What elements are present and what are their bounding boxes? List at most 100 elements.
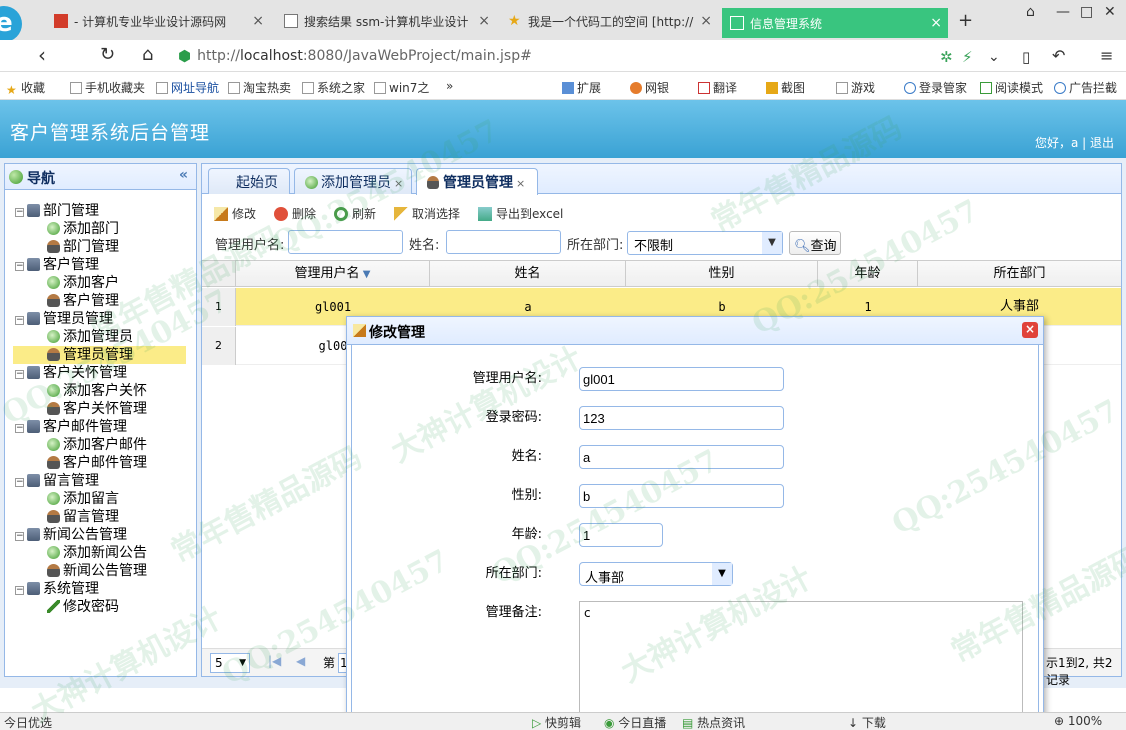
username-field[interactable]: gl001 [579,367,784,391]
reading-mode-button[interactable]: 阅读模式 [980,79,1043,96]
tab-close-icon[interactable]: × [516,177,525,190]
zoom-level[interactable]: ⊕ 100% [1054,714,1102,728]
collapse-icon[interactable]: − [15,532,24,541]
cancel-selection-button[interactable]: 取消选择 [394,205,460,222]
tab-add-admin[interactable]: 添加管理员 × [294,168,412,194]
dept-select[interactable]: 人事部 ▼ [579,562,733,586]
nav-item[interactable]: 修改密码 [47,598,119,616]
close-window-button[interactable]: ✕ [1104,4,1116,20]
menu-icon[interactable]: ≡ [1100,45,1113,67]
grid-header-name[interactable]: 姓名 [430,261,626,287]
collapse-icon[interactable]: − [15,478,24,487]
address-bar[interactable]: ⬢ http://localhost:8080/JavaWebProject/m… [178,43,948,69]
maximize-button[interactable]: □ [1080,4,1093,20]
nav-group[interactable]: − 部门管理 [15,202,99,220]
bolt-icon[interactable]: ⚡ [962,46,973,68]
search-button[interactable]: 🔍︎查询 [789,231,841,255]
password-field[interactable]: 123 [579,406,784,430]
nav-item[interactable]: 添加客户邮件 [47,436,147,454]
name-field[interactable]: a [579,445,784,469]
nav-group[interactable]: − 管理员管理 [15,310,113,328]
nav-item[interactable]: 留言管理 [47,508,119,526]
tab-admin-manage[interactable]: 管理员管理 × [416,168,538,195]
grid-header-username[interactable]: 管理用户名 ▼ [236,261,430,287]
nav-item[interactable]: 客户管理 [47,292,119,310]
nav-group[interactable]: − 新闻公告管理 [15,526,127,544]
nav-group[interactable]: − 客户邮件管理 [15,418,127,436]
collapse-icon[interactable]: − [15,586,24,595]
bookmark-item[interactable]: 手机收藏夹 [70,79,145,96]
bookmark-overflow[interactable]: » [446,79,453,93]
browser-tab-3[interactable]: ★ 我是一个代码工的空间 [http:// × [500,6,718,36]
nav-item[interactable]: 添加客户关怀 [47,382,147,400]
nav-item[interactable]: 添加新闻公告 [47,544,147,562]
status-left[interactable]: 今日优选 [4,714,52,730]
extensions-button[interactable]: 扩展 [562,79,601,96]
ad-block-button[interactable]: 广告拦截 [1054,79,1117,96]
age-field[interactable]: 1 [579,523,663,547]
grid-header-gender[interactable]: 性别 [626,261,818,287]
sync-icon[interactable]: ✲ [940,46,953,68]
dialog-close-button[interactable]: × [1022,322,1038,338]
nav-group[interactable]: − 留言管理 [15,472,99,490]
nav-item[interactable]: 添加部门 [47,220,119,238]
delete-button[interactable]: 删除 [274,205,316,222]
collapse-icon[interactable]: − [15,424,24,433]
collapse-icon[interactable]: − [15,370,24,379]
nav-item[interactable]: 部门管理 [47,238,119,256]
close-icon[interactable]: × [930,15,942,31]
screenshot-button[interactable]: 截图 [766,79,805,96]
export-excel-button[interactable]: 导出到excel [478,205,563,222]
undo-icon[interactable]: ↶ [1052,45,1065,67]
games-button[interactable]: 游戏 [836,79,875,96]
phone-icon[interactable]: ▯ [1022,46,1030,68]
tab-close-icon[interactable]: × [394,177,403,190]
translate-button[interactable]: 翻译 [698,79,737,96]
nav-item[interactable]: 客户关怀管理 [47,400,147,418]
remark-textarea[interactable]: c [579,601,1023,730]
bookmark-item[interactable]: ★ 收藏 [6,79,45,97]
nav-group[interactable]: − 客户管理 [15,256,99,274]
reload-button[interactable]: ↻ [100,44,115,66]
bank-button[interactable]: 网银 [630,79,669,96]
nav-item[interactable]: 添加客户 [47,274,119,292]
page-size-select[interactable]: 5 ▼ [210,653,250,673]
tab-home[interactable]: 起始页 [208,168,290,194]
shirt-icon[interactable]: ⌂ [1026,4,1035,20]
collapse-button[interactable]: « [179,167,188,183]
chevron-down-icon[interactable]: ⌄ [988,46,1000,68]
quick-cut-button[interactable]: ▷ 快剪辑 [532,714,581,730]
browser-tab-active[interactable]: 信息管理系统 × [722,8,948,38]
browser-tab-2[interactable]: 搜索结果 ssm-计算机毕业设计 × [276,6,496,36]
username-search-input[interactable] [288,230,403,254]
logout-link[interactable]: 退出 [1090,136,1114,150]
gender-field[interactable]: b [579,484,784,508]
nav-item[interactable]: 添加管理员 [47,328,133,346]
nav-item[interactable]: 管理员管理 [13,346,186,364]
nav-item[interactable]: 新闻公告管理 [47,562,147,580]
close-icon[interactable]: × [252,13,264,29]
minimize-button[interactable]: — [1056,4,1070,20]
collapse-icon[interactable]: − [15,208,24,217]
bookmark-item[interactable]: 系统之家 [302,79,365,96]
bookmark-item[interactable]: 网址导航 [156,79,219,96]
grid-header-dept[interactable]: 所在部门 [918,261,1121,287]
live-button[interactable]: ◉ 今日直播 [604,714,666,730]
grid-header-age[interactable]: 年龄 [818,261,918,287]
new-tab-button[interactable]: + [958,10,973,31]
download-button[interactable]: ↓ 下载 [848,714,886,730]
refresh-button[interactable]: 刷新 [334,205,376,222]
browser-tab-1[interactable]: - 计算机专业毕业设计源码网 × [46,6,270,36]
collapse-icon[interactable]: − [15,262,24,271]
news-button[interactable]: ▤ 热点资讯 [682,714,745,730]
name-search-input[interactable] [446,230,561,254]
dept-search-select[interactable]: 不限制 ▼ [627,231,783,255]
collapse-icon[interactable]: − [15,316,24,325]
bookmark-item[interactable]: 淘宝热卖 [228,79,291,96]
close-icon[interactable]: × [700,13,712,29]
login-manager-button[interactable]: 登录管家 [904,79,967,96]
edit-button[interactable]: 修改 [214,205,256,222]
back-button[interactable]: ‹ [38,44,46,66]
home-button[interactable]: ⌂ [142,44,153,66]
close-icon[interactable]: × [478,13,490,29]
